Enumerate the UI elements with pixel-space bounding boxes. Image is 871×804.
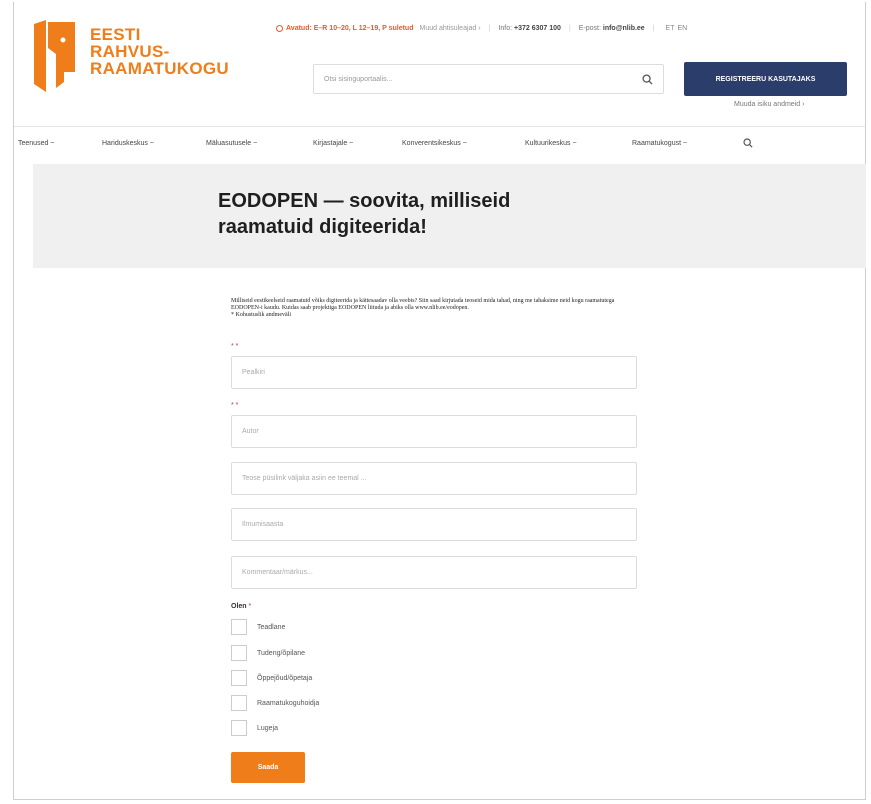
field-placeholder: Ilmumisaasta <box>242 521 284 528</box>
opening-hours: Avatud: E–R 10–20, L 12–19, P suletud <box>286 25 414 32</box>
required-marker: * * <box>231 343 239 350</box>
role-label-text: Olen <box>231 603 247 610</box>
checkbox-label: Lugeja <box>257 724 279 732</box>
nav-item-kirjastajale[interactable]: Kirjastajale ~ <box>313 140 353 147</box>
required-marker: * * <box>231 402 239 409</box>
top-info-bar: Avatud: E–R 10–20, L 12–19, P suletud Mu… <box>276 25 687 32</box>
library-logo-icon <box>34 20 75 92</box>
page-title: EODOPEN — soovita, milliseid raamatuid d… <box>218 190 511 238</box>
nav-item-hariduskeskus[interactable]: Hariduskeskus ~ <box>102 140 154 147</box>
checkbox-label: Õppejõud/õpetaja <box>257 674 313 682</box>
role-option-lugeja[interactable]: Lugeja <box>231 720 278 736</box>
author-field[interactable]: Autor <box>231 415 637 448</box>
field-placeholder: Teose püsilink väljaka asiin ee teemal .… <box>242 475 367 482</box>
title-field[interactable]: Pealkiri <box>231 356 637 389</box>
email-link[interactable]: info@nlib.ee <box>603 25 645 32</box>
role-option-tudeng[interactable]: Tudeng/õpilane <box>231 645 305 661</box>
checkbox[interactable] <box>231 695 247 711</box>
phone-number[interactable]: +372 6307 100 <box>514 25 561 32</box>
change-data-link[interactable]: Muuda isiku andmeid › <box>734 101 804 108</box>
search-placeholder: Otsi sisinguportaalis... <box>324 75 393 83</box>
role-option-teadlane[interactable]: Teadlane <box>231 619 285 635</box>
checkbox[interactable] <box>231 670 247 686</box>
intro-text: Milliseid eestikeelseid raamatuid võiks … <box>231 298 615 311</box>
nav-item-kultuurikeskus[interactable]: Kultuurikeskus ~ <box>525 140 577 147</box>
role-option-oppejoud[interactable]: Õppejõud/õpetaja <box>231 670 312 686</box>
other-hours-link[interactable]: Muud ahtisuleajad › <box>419 25 480 32</box>
submit-button[interactable]: Saada <box>231 752 305 783</box>
checkbox-label: Raamatukoguhoidja <box>257 699 320 707</box>
divider: | <box>568 25 571 32</box>
form-intro: Milliseid eestikeelseid raamatuid võiks … <box>231 298 636 319</box>
register-button[interactable]: REGISTREERU KASUTAJAKS <box>684 62 847 96</box>
logo-line: EESTI <box>90 25 141 44</box>
required-marker: * <box>248 603 252 610</box>
info-phone: Info: +372 6307 100 <box>498 25 561 32</box>
language-switcher: ET EN <box>663 25 688 32</box>
checkbox[interactable] <box>231 720 247 736</box>
email-label: E-post: <box>578 25 601 32</box>
page-frame <box>13 2 866 800</box>
checkbox[interactable] <box>231 645 247 661</box>
divider: | <box>488 25 491 32</box>
lang-en-link[interactable]: EN <box>677 25 687 32</box>
link-field[interactable]: Teose püsilink väljaka asiin ee teemal .… <box>231 462 637 495</box>
checkbox-label: Teadlane <box>257 623 286 631</box>
nav-item-maluasutusele[interactable]: Mäluasutusele ~ <box>206 140 257 147</box>
required-note: * Kohustuslik andmeväli <box>231 312 291 318</box>
checkbox-label: Tudeng/õpilane <box>257 649 306 657</box>
search-icon[interactable] <box>642 73 653 85</box>
checkbox[interactable] <box>231 619 247 635</box>
site-search-input[interactable]: Otsi sisinguportaalis... <box>313 64 664 94</box>
lang-et-link[interactable]: ET <box>666 25 675 32</box>
field-placeholder: Autor <box>242 428 259 435</box>
main-nav: Teenused ~ Hariduskeskus ~ Mäluasutusele… <box>14 126 865 165</box>
nav-search-icon[interactable] <box>743 138 753 148</box>
nav-item-teenused[interactable]: Teenused ~ <box>18 140 54 147</box>
page-header-banner: EODOPEN — soovita, milliseid raamatuid d… <box>33 164 866 268</box>
comment-field[interactable]: Kommentaar/märkus... <box>231 556 637 589</box>
role-label: Olen * <box>231 603 251 610</box>
info-label: Info: <box>498 25 513 32</box>
logo-line: RAHVUS- <box>90 42 170 61</box>
nav-item-raamatukogust[interactable]: Raamatukogust ~ <box>632 140 687 147</box>
logo-wordmark: EESTI RAHVUS- RAAMATUKOGU <box>90 26 229 77</box>
year-field[interactable]: Ilmumisaasta <box>231 508 637 541</box>
logo-line: RAAMATUKOGU <box>90 59 229 78</box>
clock-icon <box>276 25 283 32</box>
role-option-raamatukoguhoidja[interactable]: Raamatukoguhoidja <box>231 695 319 711</box>
nav-item-konverentsikeskus[interactable]: Konverentsikeskus ~ <box>402 140 467 147</box>
info-email: E-post: info@nlib.ee <box>579 25 645 32</box>
field-placeholder: Kommentaar/märkus... <box>242 569 313 576</box>
divider: | <box>652 25 655 32</box>
field-placeholder: Pealkiri <box>242 369 265 376</box>
